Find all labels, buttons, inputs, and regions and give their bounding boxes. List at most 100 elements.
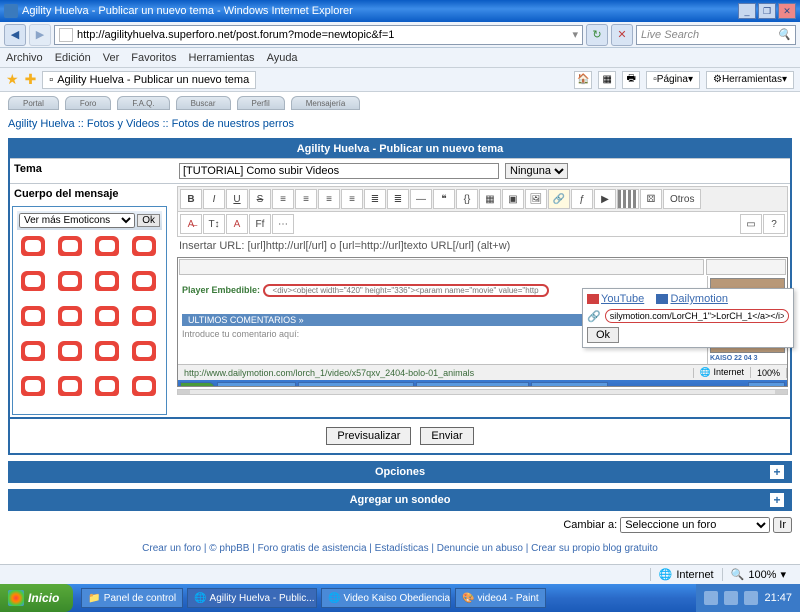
- menu-ver[interactable]: Ver: [103, 52, 120, 64]
- emoticon[interactable]: [91, 304, 123, 336]
- align-justify-button[interactable]: ≡: [341, 189, 363, 209]
- stop-button[interactable]: ✕: [611, 24, 633, 46]
- close-button[interactable]: ✕: [778, 3, 796, 19]
- navtab-perfil[interactable]: Perfil: [237, 96, 285, 110]
- print-icon[interactable]: 🖶: [622, 71, 640, 89]
- mode-button[interactable]: ▭: [740, 214, 762, 234]
- refresh-button[interactable]: ↻: [586, 24, 608, 46]
- crumb-home[interactable]: Agility Huelva: [8, 118, 75, 130]
- emoticon[interactable]: [128, 374, 160, 406]
- forward-button[interactable]: ▶: [29, 24, 51, 46]
- list-ol-button[interactable]: ≣: [387, 189, 409, 209]
- back-button[interactable]: ◀: [4, 24, 26, 46]
- subject-input[interactable]: [179, 163, 499, 179]
- image-button[interactable]: 🖼: [525, 189, 547, 209]
- minimize-button[interactable]: _: [738, 3, 756, 19]
- topic-icon-select[interactable]: Ninguna: [505, 163, 568, 179]
- search-icon[interactable]: 🔍: [777, 28, 791, 41]
- navtab-portal[interactable]: Portal: [8, 96, 59, 110]
- emoticon[interactable]: [54, 234, 86, 266]
- url-field[interactable]: http://agilityhuelva.superforo.net/post.…: [54, 25, 583, 45]
- emoticon[interactable]: [54, 374, 86, 406]
- scroll-button[interactable]: [617, 189, 639, 209]
- emoticon[interactable]: [17, 269, 49, 301]
- emoticon[interactable]: [128, 304, 160, 336]
- system-tray[interactable]: 21:47: [696, 584, 800, 612]
- tools-menu[interactable]: ⚙ Herramientas ▾: [706, 71, 794, 89]
- rand-button[interactable]: ⚄: [640, 189, 662, 209]
- tray-icon[interactable]: [704, 591, 718, 605]
- navtab-mensajeria[interactable]: Mensajería: [291, 96, 361, 110]
- home-icon[interactable]: 🏠: [574, 71, 592, 89]
- send-button[interactable]: Enviar: [420, 427, 473, 445]
- host-image-button[interactable]: ▣: [502, 189, 524, 209]
- url-dropdown-icon[interactable]: ▾: [572, 28, 578, 41]
- zoom-indicator[interactable]: 🔍 100% ▾: [722, 568, 794, 581]
- emoticon[interactable]: [91, 234, 123, 266]
- code-button[interactable]: {}: [456, 189, 478, 209]
- foot-help[interactable]: Foro gratis de asistencia: [258, 543, 367, 554]
- tray-icon[interactable]: [724, 591, 738, 605]
- crumb-section[interactable]: Fotos y Videos: [87, 118, 160, 130]
- options-section[interactable]: Opciones +: [8, 461, 792, 483]
- task-ie[interactable]: 🌐 Agility Huelva - Public...: [187, 588, 317, 608]
- video-url-input[interactable]: [605, 309, 789, 323]
- emoticon[interactable]: [128, 234, 160, 266]
- list-ul-button[interactable]: ≣: [364, 189, 386, 209]
- strike-button[interactable]: S: [249, 189, 271, 209]
- preview-button[interactable]: Previsualizar: [326, 427, 411, 445]
- more-button[interactable]: ⋯: [272, 214, 294, 234]
- align-left-button[interactable]: ≡: [272, 189, 294, 209]
- underline-button[interactable]: U: [226, 189, 248, 209]
- youtube-link[interactable]: YouTube: [601, 293, 644, 305]
- emoticon[interactable]: [91, 269, 123, 301]
- align-center-button[interactable]: ≡: [295, 189, 317, 209]
- video-button[interactable]: ▶: [594, 189, 616, 209]
- menu-edicion[interactable]: Edición: [55, 52, 91, 64]
- emoticon[interactable]: [17, 304, 49, 336]
- font-color-button[interactable]: A: [226, 214, 248, 234]
- task-panel[interactable]: 📁 Panel de control: [81, 588, 183, 608]
- menu-herramientas[interactable]: Herramientas: [189, 52, 255, 64]
- navtab-faq[interactable]: F.A.Q.: [117, 96, 169, 110]
- add-favorite-icon[interactable]: ✚: [25, 71, 37, 88]
- link-button[interactable]: 🔗: [548, 189, 570, 209]
- emoticons-ok-button[interactable]: Ok: [137, 214, 160, 227]
- foot-phpbb[interactable]: © phpBB: [209, 543, 249, 554]
- help-button[interactable]: ?: [763, 214, 785, 234]
- menu-ayuda[interactable]: Ayuda: [267, 52, 298, 64]
- crumb-topic[interactable]: Fotos de nuestros perros: [172, 118, 294, 130]
- foot-create[interactable]: Crear un foro: [142, 543, 201, 554]
- emoticons-select[interactable]: Ver más Emoticons: [19, 213, 135, 228]
- emoticon[interactable]: [91, 374, 123, 406]
- navtab-buscar[interactable]: Buscar: [176, 96, 231, 110]
- dailymotion-link[interactable]: Dailymotion: [670, 293, 727, 305]
- emoticon[interactable]: [91, 339, 123, 371]
- emoticon[interactable]: [128, 269, 160, 301]
- editor-scrollbar[interactable]: [177, 389, 788, 395]
- tray-icon[interactable]: [744, 591, 758, 605]
- foot-blog[interactable]: Crear su propio blog gratuito: [531, 543, 658, 554]
- maximize-button[interactable]: ❐: [758, 3, 776, 19]
- popup-ok-button[interactable]: Ok: [587, 327, 619, 343]
- foot-stats[interactable]: Estadísticas: [375, 543, 429, 554]
- table-button[interactable]: ▦: [479, 189, 501, 209]
- search-field[interactable]: Live Search 🔍: [636, 25, 796, 45]
- navtab-foro[interactable]: Foro: [65, 96, 111, 110]
- quote-button[interactable]: ❝: [433, 189, 455, 209]
- emoticon[interactable]: [128, 339, 160, 371]
- hr-button[interactable]: —: [410, 189, 432, 209]
- browser-tab[interactable]: ▫ Agility Huelva - Publicar un nuevo tem…: [42, 71, 256, 89]
- emoticon[interactable]: [17, 374, 49, 406]
- jump-select[interactable]: Seleccione un foro: [620, 517, 770, 533]
- align-right-button[interactable]: ≡: [318, 189, 340, 209]
- feed-icon[interactable]: ▦: [598, 71, 616, 89]
- remove-format-button[interactable]: A̶: [180, 214, 202, 234]
- menu-archivo[interactable]: Archivo: [6, 52, 43, 64]
- font-size-button[interactable]: T↕: [203, 214, 225, 234]
- jump-go-button[interactable]: Ir: [773, 517, 792, 533]
- page-menu[interactable]: ▫ Página ▾: [646, 71, 700, 89]
- emoticon[interactable]: [54, 339, 86, 371]
- expand-icon[interactable]: +: [770, 465, 784, 479]
- expand-icon[interactable]: +: [770, 493, 784, 507]
